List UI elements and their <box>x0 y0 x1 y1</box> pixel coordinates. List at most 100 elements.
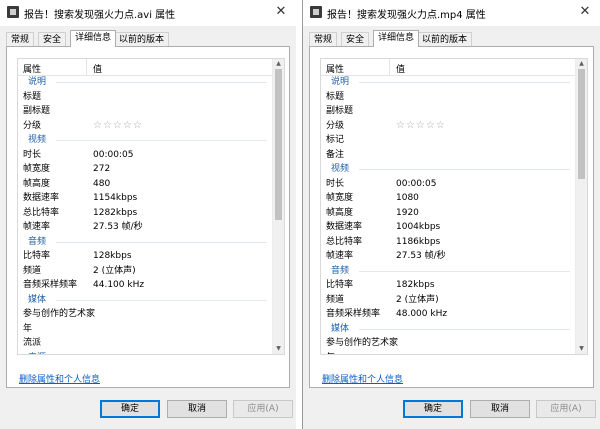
property-row[interactable]: 时长 00:00:05 <box>321 177 576 192</box>
section-label: 视频 <box>28 135 47 145</box>
property-row[interactable]: 帧宽度 272 <box>18 162 273 177</box>
property-row[interactable]: 比特率 128kbps <box>18 249 273 264</box>
property-row[interactable]: 总比特率 1186kbps <box>321 235 576 250</box>
column-header-property[interactable]: 属性 <box>23 62 41 75</box>
window-title: 报告！搜索发现强火力点.avi 属性 <box>24 10 176 21</box>
tab-details[interactable]: 详细信息 <box>70 30 117 47</box>
property-name: 数据速率 <box>326 222 363 232</box>
property-name: 总比特率 <box>23 207 60 218</box>
section-label: 说明 <box>28 77 47 87</box>
column-header-value[interactable]: 值 <box>93 62 102 75</box>
property-row[interactable]: 副标题 <box>321 104 576 119</box>
property-row[interactable]: 数据速率 1154kbps <box>18 191 273 206</box>
property-name: 时长 <box>23 149 42 160</box>
property-name: 音频采样频率 <box>326 309 381 319</box>
tab-details[interactable]: 详细信息 <box>373 30 420 47</box>
property-row[interactable]: 流派 <box>18 336 273 351</box>
vertical-scrollbar[interactable]: ▲ ▼ <box>575 59 587 354</box>
property-name: 副标题 <box>23 106 51 116</box>
property-list[interactable]: 属性 值 说明标题 副标题分级 ☆☆☆☆☆ 视频时长 00:00:05 帧宽度 272 帧高度… <box>17 58 285 355</box>
property-name: 参与创作的艺术家 <box>23 309 96 319</box>
scrollbar-thumb[interactable] <box>578 69 585 179</box>
scrollbar-thumb[interactable] <box>275 69 282 221</box>
tab-security[interactable]: 安全 <box>38 32 67 46</box>
column-header-value[interactable]: 值 <box>396 62 405 75</box>
close-button[interactable]: ✕ <box>574 2 596 22</box>
property-row[interactable]: 帧高度 1920 <box>321 206 576 221</box>
property-row[interactable]: 频道 2 (立体声) <box>321 293 576 308</box>
tab-general[interactable]: 常规 <box>6 32 35 46</box>
property-row[interactable]: 总比特率 1282kbps <box>18 206 273 221</box>
property-list[interactable]: 属性 值 说明 标题 副标题 分级 ☆☆☆☆☆ 标记备注视频 时长 00:00:05 帧宽度 10… <box>320 58 588 355</box>
section-header[interactable]: 来源 <box>18 351 273 355</box>
property-name: 帧高度 <box>23 178 51 189</box>
section-header[interactable]: 音频 <box>321 264 576 279</box>
property-row[interactable]: 频道 2 (立体声) <box>18 264 273 279</box>
property-value: 1920 <box>396 207 419 218</box>
property-row[interactable]: 帧高度 480 <box>18 177 273 192</box>
property-row[interactable]: 比特率 182kbps <box>321 278 576 293</box>
property-row[interactable]: 年 <box>321 351 576 355</box>
apply-button[interactable]: 应用(A) <box>233 400 293 418</box>
property-row[interactable]: 备注 <box>321 148 576 163</box>
property-row[interactable]: 标题 <box>18 90 273 105</box>
list-header: 属性 值 <box>18 59 273 76</box>
property-value: 2 (立体声) <box>396 294 439 305</box>
section-header[interactable]: 视频 <box>321 162 576 177</box>
scroll-up-arrow-icon[interactable]: ▲ <box>273 59 284 69</box>
scroll-up-arrow-icon[interactable]: ▲ <box>576 59 587 69</box>
section-label: 音频 <box>28 236 47 247</box>
property-value: 2 (立体声) <box>93 265 136 276</box>
list-header: 属性 值 <box>321 59 576 76</box>
section-header[interactable]: 媒体 <box>321 322 576 337</box>
property-value: 1154kbps <box>93 193 138 203</box>
tab-security[interactable]: 安全 <box>341 32 370 46</box>
property-row[interactable]: 时长 00:00:05 <box>18 148 273 163</box>
property-name: 备注 <box>326 149 345 160</box>
rating-stars-icon: ☆☆☆☆☆ <box>93 119 143 131</box>
property-name: 比特率 <box>23 251 51 261</box>
property-name: 帧速率 <box>326 251 354 261</box>
property-row[interactable]: 分级 ☆☆☆☆☆ <box>18 119 273 134</box>
property-row[interactable]: 数据速率 1004kbps <box>321 220 576 235</box>
cancel-button[interactable]: 取消 <box>470 400 530 418</box>
property-row[interactable]: 标记 <box>321 133 576 148</box>
property-name: 标记 <box>326 135 345 145</box>
property-row[interactable]: 帧速率 27.53 帧/秒 <box>18 220 273 235</box>
property-row[interactable]: 参与创作的艺术家 <box>18 307 273 322</box>
close-button[interactable]: ✕ <box>270 2 292 22</box>
scroll-down-arrow-icon[interactable]: ▼ <box>273 344 284 354</box>
section-header[interactable]: 说明 <box>321 75 576 90</box>
property-row[interactable]: 标题 <box>321 90 576 105</box>
cancel-button[interactable]: 取消 <box>167 400 227 418</box>
property-row[interactable]: 参与创作的艺术家 <box>321 336 576 351</box>
section-header[interactable]: 视频 <box>18 133 273 148</box>
apply-button[interactable]: 应用(A) <box>536 400 596 418</box>
scroll-down-arrow-icon[interactable]: ▼ <box>576 344 587 354</box>
vertical-scrollbar[interactable]: ▲ ▼ <box>272 59 284 354</box>
tab-previous-versions[interactable]: 以前的版本 <box>417 32 473 46</box>
property-value: 00:00:05 <box>396 178 437 189</box>
column-divider[interactable] <box>86 59 87 75</box>
section-header[interactable]: 说明 <box>18 75 273 90</box>
property-row[interactable]: 帧宽度 1080 <box>321 191 576 206</box>
section-header[interactable]: 媒体 <box>18 293 273 308</box>
tab-general[interactable]: 常规 <box>309 32 338 46</box>
column-header-property[interactable]: 属性 <box>326 62 344 75</box>
property-name: 流派 <box>23 338 42 348</box>
ok-button[interactable]: 确定 <box>403 400 463 418</box>
tab-previous-versions[interactable]: 以前的版本 <box>114 32 170 46</box>
property-row[interactable]: 副标题 <box>18 104 273 119</box>
property-row[interactable]: 音频采样频率 48.000 kHz <box>321 307 576 322</box>
remove-properties-link[interactable]: 删除属性和个人信息 <box>19 372 100 385</box>
property-value: 1080 <box>396 193 419 203</box>
property-row[interactable]: 帧速率 27.53 帧/秒 <box>321 249 576 264</box>
remove-properties-link[interactable]: 删除属性和个人信息 <box>322 372 403 385</box>
property-rows: 说明 标题 副标题 分级 ☆☆☆☆☆ 标记备注视频 时长 00:00:05 帧宽度 1080 帧高度… <box>321 75 576 354</box>
ok-button[interactable]: 确定 <box>100 400 160 418</box>
property-row[interactable]: 分级 ☆☆☆☆☆ <box>321 119 576 134</box>
column-divider[interactable] <box>389 59 390 75</box>
section-header[interactable]: 音频 <box>18 235 273 250</box>
property-row[interactable]: 音频采样频率 44.100 kHz <box>18 278 273 293</box>
property-row[interactable]: 年 <box>18 322 273 337</box>
